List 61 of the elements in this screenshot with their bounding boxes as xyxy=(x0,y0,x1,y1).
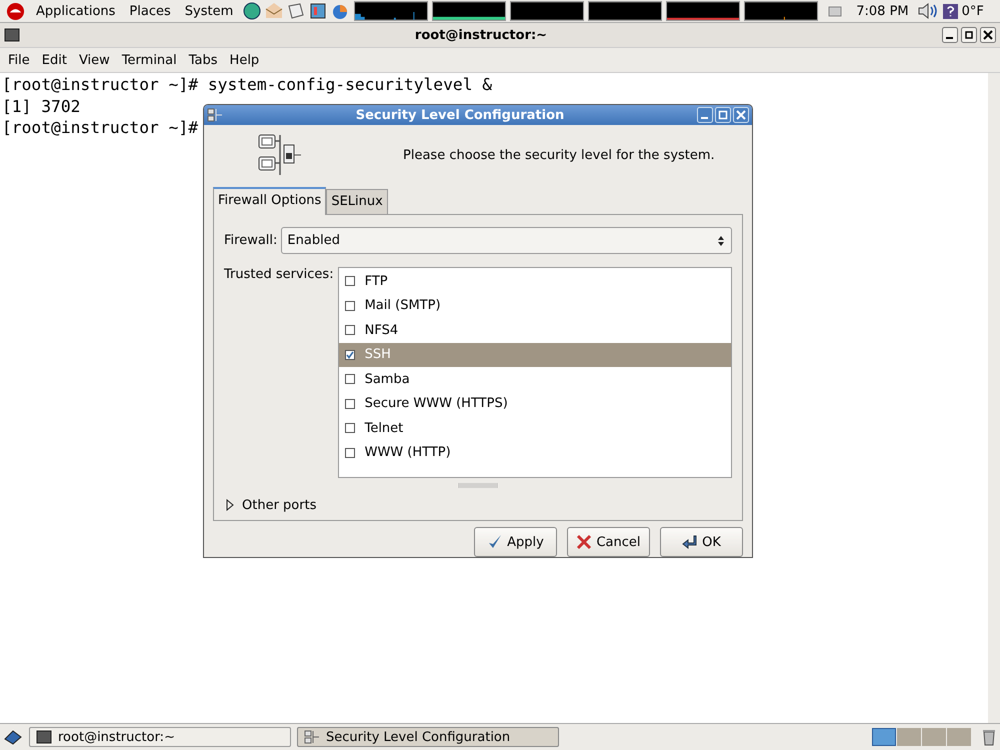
tab[interactable]: SELinux xyxy=(326,189,388,214)
minimize-button[interactable] xyxy=(942,27,958,43)
cancel-button[interactable]: Cancel xyxy=(567,527,650,557)
up-down-arrows-icon xyxy=(717,234,725,246)
service-row[interactable]: FTP xyxy=(338,269,731,294)
temperature[interactable]: 0°F xyxy=(962,4,984,18)
terminal-line: [root@instructor ~]# xyxy=(2,117,198,138)
checkbox[interactable] xyxy=(344,374,355,384)
network-icon xyxy=(207,108,223,122)
taskbar-button[interactable]: root@instructor:~ xyxy=(29,727,291,747)
checkbox[interactable] xyxy=(344,276,355,286)
checkbox[interactable] xyxy=(344,325,355,336)
return-arrow-icon xyxy=(682,534,698,550)
expander-arrow-icon xyxy=(226,499,234,511)
checkbox[interactable] xyxy=(344,423,355,434)
panel-menu[interactable]: System xyxy=(180,4,238,18)
firewall-dropdown[interactable]: Enabled xyxy=(281,227,732,254)
tray-icon[interactable] xyxy=(828,5,842,17)
hat-logo-icon[interactable] xyxy=(6,2,25,20)
service-row[interactable]: NFS4 xyxy=(338,318,731,342)
window-title: root@instructor:~ xyxy=(414,28,548,42)
panel-menu[interactable]: Places xyxy=(124,4,176,18)
terminal-line: [1] 3702 xyxy=(2,96,80,117)
menu-item[interactable]: Edit xyxy=(36,52,73,68)
other-ports-expander[interactable]: Other ports xyxy=(224,495,732,515)
service-row[interactable]: Samba xyxy=(338,367,731,392)
resize-grip[interactable] xyxy=(458,483,498,488)
maximize-button[interactable] xyxy=(961,27,977,43)
terminal-icon xyxy=(36,730,52,744)
network-icon xyxy=(304,730,320,744)
menu-item[interactable]: Help xyxy=(224,52,266,68)
volume-icon[interactable] xyxy=(916,2,939,20)
menu-item[interactable]: Tabs xyxy=(182,52,224,68)
close-button[interactable] xyxy=(980,27,996,43)
cross-icon xyxy=(576,534,592,550)
terminal-line: [root@instructor ~]# system-config-securitylevel & xyxy=(2,74,492,96)
terminal-icon xyxy=(4,28,20,42)
checkbox[interactable] xyxy=(344,448,355,458)
tab[interactable]: Firewall Options xyxy=(213,187,326,215)
clock[interactable]: 7:08 PM xyxy=(856,4,909,18)
service-row[interactable]: Telnet xyxy=(338,416,731,440)
presentation-icon[interactable] xyxy=(308,1,328,21)
service-row[interactable]: Secure WWW (HTTPS) xyxy=(338,392,731,416)
checkbox[interactable] xyxy=(344,398,355,409)
menu-item[interactable]: View xyxy=(72,52,116,68)
apply-button[interactable]: Apply xyxy=(474,527,557,557)
envelope-icon[interactable] xyxy=(264,1,284,21)
menu-item[interactable]: File xyxy=(2,52,36,68)
dialog-title: Security Level Configuration xyxy=(354,108,566,122)
menu-item[interactable]: Terminal xyxy=(116,52,183,68)
panel-menu[interactable]: Applications xyxy=(31,4,120,18)
checkbox[interactable] xyxy=(344,350,355,360)
ok-button[interactable]: OK xyxy=(660,527,743,557)
service-row[interactable]: Mail (SMTP) xyxy=(338,294,731,318)
checkbox[interactable] xyxy=(344,300,355,311)
trusted-services-label: Trusted services: xyxy=(224,267,334,284)
dialog-message: Please choose the security level for the system. xyxy=(403,148,715,162)
taskbar-button[interactable]: Security Level Configuration xyxy=(297,727,559,747)
firewall-label: Firewall: xyxy=(224,233,278,248)
service-row[interactable]: WWW (HTTP) xyxy=(338,440,731,465)
trash-icon[interactable] xyxy=(981,728,997,746)
